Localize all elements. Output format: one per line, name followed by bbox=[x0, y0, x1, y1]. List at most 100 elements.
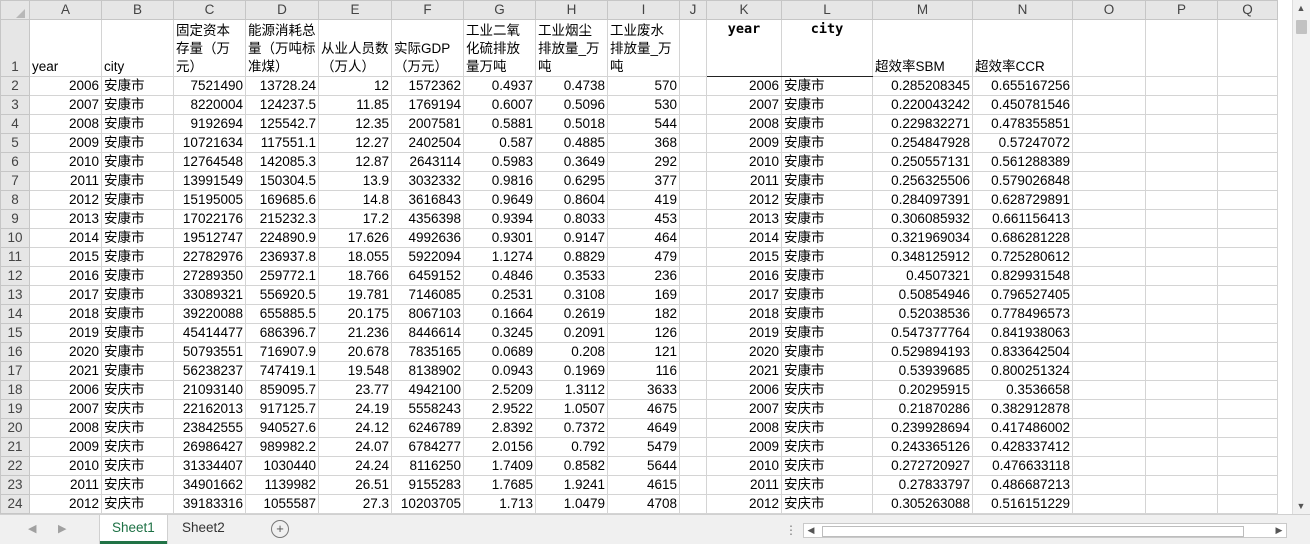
cell[interactable] bbox=[1217, 361, 1278, 381]
cell[interactable]: 0.9147 bbox=[535, 228, 608, 248]
cell[interactable]: 2008 bbox=[29, 114, 102, 134]
cell[interactable] bbox=[1217, 418, 1278, 438]
column-header-m[interactable]: M bbox=[872, 0, 973, 20]
horizontal-scrollbar[interactable]: ◀ ▶ bbox=[803, 523, 1287, 538]
cell[interactable] bbox=[1072, 342, 1146, 362]
cell[interactable]: 1.0479 bbox=[535, 494, 608, 514]
cell[interactable] bbox=[1072, 475, 1146, 495]
cell[interactable]: 安康市 bbox=[101, 247, 174, 267]
cell[interactable]: 2643114 bbox=[391, 152, 464, 172]
cell[interactable]: 0.52038536 bbox=[872, 304, 973, 324]
cell[interactable]: 13728.24 bbox=[245, 76, 319, 96]
cell[interactable]: 安康市 bbox=[781, 285, 873, 305]
cell[interactable] bbox=[1217, 114, 1278, 134]
cell[interactable]: 安康市 bbox=[781, 228, 873, 248]
column-header-q[interactable]: Q bbox=[1217, 0, 1278, 20]
cell[interactable]: 8220004 bbox=[173, 95, 246, 115]
cell[interactable]: 859095.7 bbox=[245, 380, 319, 400]
cell[interactable]: 10721634 bbox=[173, 133, 246, 153]
cell[interactable]: 0.476633118 bbox=[972, 456, 1073, 476]
cell[interactable] bbox=[1072, 494, 1146, 514]
column-header-j[interactable]: J bbox=[679, 0, 707, 20]
cell[interactable]: 安庆市 bbox=[101, 475, 174, 495]
cell[interactable]: 8067103 bbox=[391, 304, 464, 324]
cell[interactable]: 4942100 bbox=[391, 380, 464, 400]
cell[interactable]: 5479 bbox=[607, 437, 680, 457]
cell[interactable]: 0.3649 bbox=[535, 152, 608, 172]
cell[interactable]: 0.478355851 bbox=[972, 114, 1073, 134]
row-header[interactable]: 3 bbox=[0, 95, 30, 115]
cell[interactable]: 39220088 bbox=[173, 304, 246, 324]
cell[interactable]: 1.7409 bbox=[463, 456, 536, 476]
cell[interactable] bbox=[1217, 380, 1278, 400]
cell[interactable]: 2009 bbox=[706, 437, 782, 457]
cell[interactable]: 0.778496573 bbox=[972, 304, 1073, 324]
cell[interactable]: 377 bbox=[607, 171, 680, 191]
cell[interactable] bbox=[679, 494, 707, 514]
cell[interactable] bbox=[679, 361, 707, 381]
row-header[interactable]: 2 bbox=[0, 76, 30, 96]
cell[interactable]: 570 bbox=[607, 76, 680, 96]
cell[interactable]: 655885.5 bbox=[245, 304, 319, 324]
cell[interactable]: 17022176 bbox=[173, 209, 246, 229]
cell[interactable]: 224890.9 bbox=[245, 228, 319, 248]
cell[interactable]: 2016 bbox=[706, 266, 782, 286]
column-header-k[interactable]: K bbox=[706, 0, 782, 20]
cell[interactable]: 56238237 bbox=[173, 361, 246, 381]
cell[interactable] bbox=[1145, 304, 1218, 324]
cell[interactable]: 4615 bbox=[607, 475, 680, 495]
cell[interactable]: 0.254847928 bbox=[872, 133, 973, 153]
cell[interactable]: 23.77 bbox=[318, 380, 392, 400]
cell[interactable]: 0.53939685 bbox=[872, 361, 973, 381]
cell[interactable]: 0.5096 bbox=[535, 95, 608, 115]
cell[interactable]: 0.1969 bbox=[535, 361, 608, 381]
cell[interactable]: 19.781 bbox=[318, 285, 392, 305]
cell[interactable]: 2007 bbox=[29, 399, 102, 419]
cell[interactable]: 安康市 bbox=[781, 133, 873, 153]
cell[interactable]: 27.3 bbox=[318, 494, 392, 514]
cell[interactable] bbox=[1072, 418, 1146, 438]
cell[interactable]: 0.587 bbox=[463, 133, 536, 153]
cell[interactable] bbox=[679, 342, 707, 362]
cell[interactable]: 2.0156 bbox=[463, 437, 536, 457]
cell[interactable]: 0.7372 bbox=[535, 418, 608, 438]
cell[interactable] bbox=[1145, 76, 1218, 96]
cell[interactable]: 0.579026848 bbox=[972, 171, 1073, 191]
cell[interactable]: 124237.5 bbox=[245, 95, 319, 115]
scroll-up-icon[interactable]: ▲ bbox=[1293, 0, 1309, 16]
cell[interactable]: 0.841938063 bbox=[972, 323, 1073, 343]
column-header-f[interactable]: F bbox=[391, 0, 464, 20]
row-header[interactable]: 1 bbox=[0, 19, 30, 77]
cell[interactable]: 20.678 bbox=[318, 342, 392, 362]
header-cell[interactable]: city bbox=[781, 19, 873, 77]
cell[interactable]: 安康市 bbox=[781, 323, 873, 343]
cell[interactable]: 0.5018 bbox=[535, 114, 608, 134]
cell[interactable]: 2006 bbox=[706, 76, 782, 96]
cell[interactable] bbox=[1217, 95, 1278, 115]
cell[interactable]: 0.3533 bbox=[535, 266, 608, 286]
cell[interactable]: 2009 bbox=[706, 133, 782, 153]
cell[interactable]: 1.7685 bbox=[463, 475, 536, 495]
cell[interactable]: 4675 bbox=[607, 399, 680, 419]
cell[interactable]: 10203705 bbox=[391, 494, 464, 514]
cell[interactable]: 12.35 bbox=[318, 114, 392, 134]
cell[interactable]: 2010 bbox=[29, 152, 102, 172]
cell[interactable] bbox=[1217, 209, 1278, 229]
cell[interactable]: 0.5983 bbox=[463, 152, 536, 172]
cell[interactable]: 2008 bbox=[29, 418, 102, 438]
cell[interactable]: 安康市 bbox=[101, 342, 174, 362]
cell[interactable]: 1.9241 bbox=[535, 475, 608, 495]
cell[interactable]: 安康市 bbox=[101, 285, 174, 305]
row-header[interactable]: 6 bbox=[0, 152, 30, 172]
cell[interactable]: 419 bbox=[607, 190, 680, 210]
cell[interactable] bbox=[1072, 285, 1146, 305]
cell[interactable] bbox=[1145, 228, 1218, 248]
cell[interactable]: 2012 bbox=[29, 494, 102, 514]
cell[interactable]: 安康市 bbox=[101, 323, 174, 343]
header-cell[interactable]: 工业废水排放量_万吨 bbox=[607, 19, 680, 77]
cell[interactable] bbox=[1145, 114, 1218, 134]
cell[interactable]: 5644 bbox=[607, 456, 680, 476]
prev-sheet-icon[interactable]: ◀ bbox=[28, 522, 36, 535]
cell[interactable]: 12 bbox=[318, 76, 392, 96]
cell[interactable]: 2013 bbox=[29, 209, 102, 229]
